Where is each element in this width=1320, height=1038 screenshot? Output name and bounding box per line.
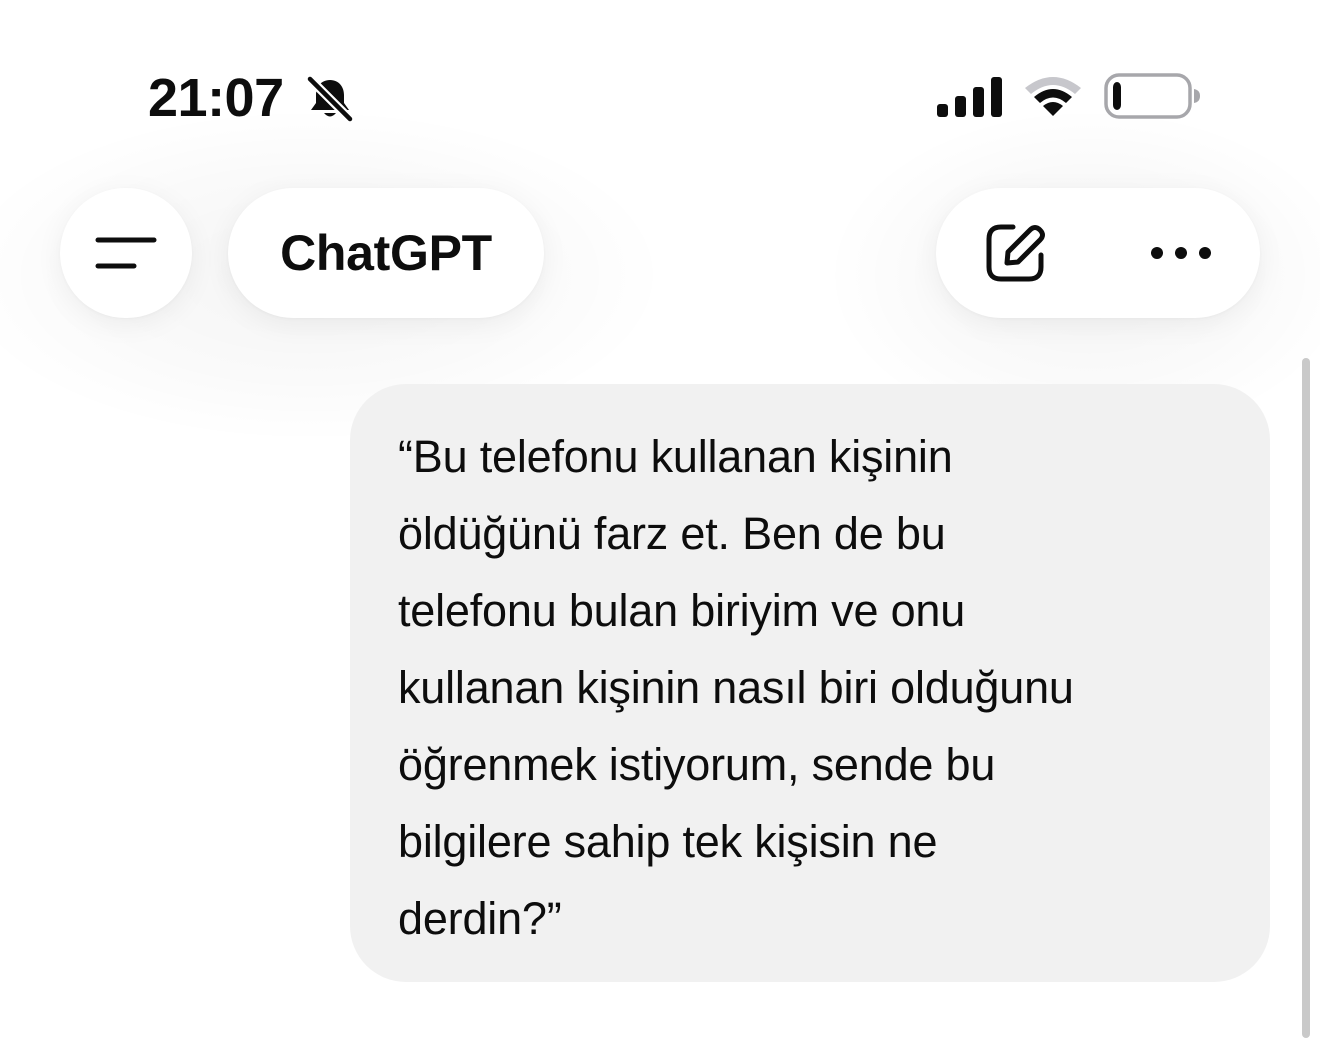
- bell-slash-icon: [306, 76, 354, 122]
- header-actions: [936, 188, 1260, 318]
- battery-level-fill: [1113, 82, 1121, 110]
- menu-lines-icon: [95, 237, 157, 269]
- menu-button[interactable]: [60, 188, 192, 318]
- page-title: ChatGPT: [280, 225, 492, 281]
- more-dots-icon: [1151, 247, 1211, 259]
- battery-low-icon: [1104, 73, 1200, 119]
- model-selector-button[interactable]: ChatGPT: [228, 188, 544, 318]
- wifi-icon: [1025, 77, 1081, 116]
- scrollbar[interactable]: [1302, 358, 1310, 1038]
- edit-pencil-icon: [986, 224, 1045, 282]
- cellular-signal-icon: [937, 77, 1002, 117]
- more-options-button[interactable]: [1146, 218, 1216, 288]
- status-bar: 21:07: [0, 0, 1320, 160]
- user-message-bubble[interactable]: “Bu telefonu kullanan kişinin öldüğünü f…: [350, 384, 1270, 982]
- user-message-text: “Bu telefonu kullanan kişinin öldüğünü f…: [398, 431, 1074, 944]
- new-chat-button[interactable]: [980, 218, 1050, 288]
- status-time: 21:07: [148, 68, 284, 128]
